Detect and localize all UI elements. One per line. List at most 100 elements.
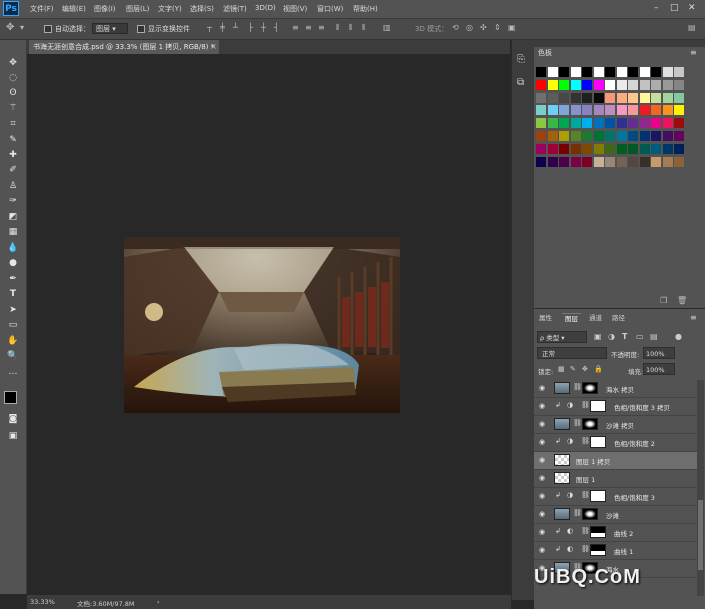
color-swatch[interactable]: [662, 156, 673, 167]
color-swatch[interactable]: [662, 105, 673, 116]
color-swatch[interactable]: [651, 131, 661, 141]
distribute-left-icon[interactable]: ⦀: [336, 23, 340, 33]
color-swatch[interactable]: [547, 118, 558, 129]
layer-name[interactable]: 沙滩 拷贝: [606, 420, 634, 430]
menu-type[interactable]: 文字(Y): [158, 4, 182, 14]
color-swatch[interactable]: [593, 156, 604, 167]
color-swatch[interactable]: [547, 79, 558, 90]
color-swatch[interactable]: [674, 118, 684, 129]
color-swatch[interactable]: [570, 67, 581, 77]
color-swatch[interactable]: [616, 79, 627, 90]
color-swatch[interactable]: [570, 92, 581, 103]
menu-filter[interactable]: 滤镜(T): [223, 4, 247, 14]
color-swatch[interactable]: [559, 79, 569, 90]
color-swatch[interactable]: [628, 118, 638, 129]
layer-thumbnail[interactable]: [554, 418, 570, 430]
lock-transparent-icon[interactable]: ▦: [558, 365, 565, 373]
align-top-icon[interactable]: ┬: [207, 23, 212, 32]
color-swatch[interactable]: [582, 92, 592, 103]
curves-adjustment-icon[interactable]: ◐: [567, 545, 573, 553]
brush-tool-icon[interactable]: ✐: [5, 163, 21, 177]
color-swatch[interactable]: [674, 79, 684, 90]
color-swatch[interactable]: [662, 131, 673, 141]
visibility-eye-icon[interactable]: ◉: [539, 384, 545, 392]
mask-link-icon[interactable]: ⛓: [581, 527, 590, 535]
color-swatch[interactable]: [628, 79, 638, 90]
align-left-icon[interactable]: ├: [248, 23, 253, 32]
layer-mask-thumbnail[interactable]: [590, 544, 606, 556]
layer-name[interactable]: 色相/饱和度 2: [614, 438, 655, 448]
color-swatch[interactable]: [651, 118, 661, 129]
document-image[interactable]: [124, 237, 400, 413]
lock-pixels-icon[interactable]: ✎: [570, 365, 576, 373]
layers-panel-menu-icon[interactable]: ≡: [690, 313, 697, 322]
menu-file[interactable]: 文件(F): [30, 4, 54, 14]
color-swatch[interactable]: [639, 105, 650, 116]
color-swatch[interactable]: [639, 156, 650, 167]
color-swatch[interactable]: [651, 67, 661, 77]
gradient-tool-icon[interactable]: ▦: [5, 225, 21, 239]
mask-link-icon[interactable]: ⛓: [581, 545, 590, 553]
color-swatch[interactable]: [547, 131, 558, 141]
color-swatch[interactable]: [651, 156, 661, 167]
color-swatch[interactable]: [559, 143, 569, 154]
layer-mask-thumbnail[interactable]: [582, 382, 598, 394]
color-swatch[interactable]: [536, 67, 546, 77]
layer-name[interactable]: 色相/饱和度 3: [614, 492, 655, 502]
color-swatch[interactable]: [593, 79, 604, 90]
align-vcenter-icon[interactable]: ╪: [220, 23, 225, 32]
color-swatch[interactable]: [559, 92, 569, 103]
color-swatch[interactable]: [593, 131, 604, 141]
filter-toggle-icon[interactable]: ●: [675, 332, 682, 341]
history-panel-icon[interactable]: ⎘: [517, 54, 525, 65]
color-swatch[interactable]: [593, 118, 604, 129]
layer-name[interactable]: 图层 1 拷贝: [576, 456, 610, 466]
filter-shape-icon[interactable]: ▭: [636, 332, 644, 341]
layer-row[interactable]: ◉ 图层 1: [534, 470, 697, 488]
color-swatch[interactable]: [536, 92, 546, 103]
color-swatch[interactable]: [593, 67, 604, 77]
foreground-color-swatch[interactable]: [4, 391, 17, 404]
color-swatch[interactable]: [616, 92, 627, 103]
color-swatch[interactable]: [570, 105, 581, 116]
color-swatch[interactable]: [639, 131, 650, 141]
color-swatch[interactable]: [674, 105, 684, 116]
color-swatch[interactable]: [628, 92, 638, 103]
menu-layer[interactable]: 图层(L): [126, 4, 149, 14]
color-swatch[interactable]: [628, 156, 638, 167]
swatches-grid[interactable]: [536, 67, 686, 177]
hue-saturation-adjustment-icon[interactable]: ◑: [567, 401, 573, 409]
visibility-eye-icon[interactable]: ◉: [539, 420, 545, 428]
color-swatch[interactable]: [651, 79, 661, 90]
color-swatch[interactable]: [570, 156, 581, 167]
color-swatch[interactable]: [651, 92, 661, 103]
blend-mode-dropdown[interactable]: 正常: [537, 347, 607, 359]
color-swatch[interactable]: [559, 105, 569, 116]
3d-pan-icon[interactable]: ✣: [480, 23, 487, 32]
layers-scrollbar-thumb[interactable]: [698, 500, 703, 570]
path-selection-tool-icon[interactable]: ➤: [5, 303, 21, 317]
layer-mask-thumbnail[interactable]: [590, 436, 606, 448]
visibility-eye-icon[interactable]: ◉: [539, 474, 545, 482]
color-swatch[interactable]: [536, 131, 546, 141]
color-swatch[interactable]: [628, 105, 638, 116]
layer-thumbnail[interactable]: [554, 472, 570, 484]
color-swatch[interactable]: [628, 143, 638, 154]
align-right-icon[interactable]: ┤: [274, 23, 279, 32]
color-swatch[interactable]: [547, 92, 558, 103]
color-swatch[interactable]: [605, 118, 615, 129]
color-swatch[interactable]: [570, 143, 581, 154]
visibility-eye-icon[interactable]: ◉: [539, 546, 545, 554]
filter-adjustment-icon[interactable]: ◑: [608, 332, 615, 341]
color-swatch[interactable]: [616, 156, 627, 167]
rectangle-tool-icon[interactable]: ▭: [5, 318, 21, 332]
color-swatch[interactable]: [559, 131, 569, 141]
pen-tool-icon[interactable]: ✒: [5, 272, 21, 286]
distribute-vcenter-icon[interactable]: ≡: [305, 23, 312, 32]
eyedropper-tool-icon[interactable]: ✎: [5, 133, 21, 147]
hand-tool-icon[interactable]: ✋: [5, 334, 21, 348]
layer-mask-thumbnail[interactable]: [582, 508, 598, 520]
tab-channels[interactable]: 通道: [589, 313, 602, 323]
opacity-field[interactable]: 100%: [643, 347, 675, 359]
zoom-level[interactable]: 33.33%: [30, 598, 55, 606]
